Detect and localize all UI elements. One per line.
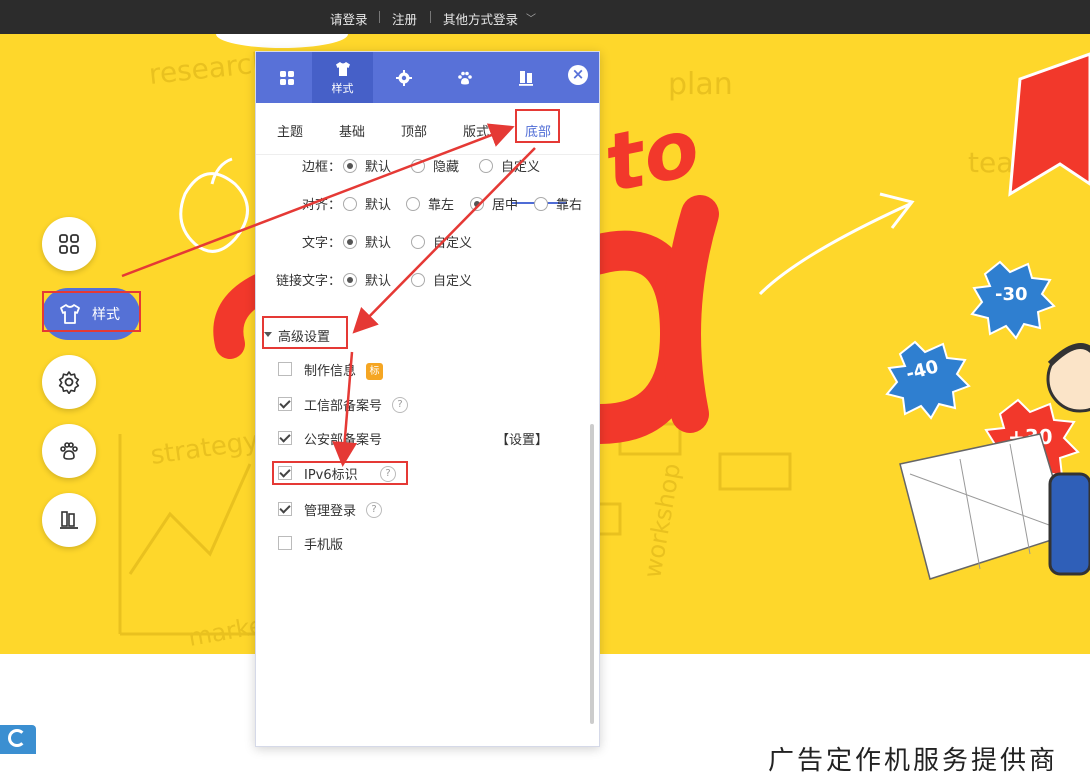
radio-link-custom[interactable] bbox=[411, 273, 425, 287]
radio-label: 隐藏 bbox=[433, 160, 460, 175]
manage-button[interactable] bbox=[42, 493, 96, 547]
gear-icon bbox=[395, 69, 412, 86]
settings-button[interactable] bbox=[42, 355, 96, 409]
checkbox-miit-record[interactable] bbox=[278, 397, 292, 411]
corner-logo[interactable] bbox=[0, 725, 36, 754]
radio-label: 自定义 bbox=[433, 274, 473, 289]
doodle-research: research bbox=[147, 45, 271, 90]
doodle-plan: plan bbox=[668, 67, 733, 102]
caret-down-icon[interactable] bbox=[264, 332, 272, 337]
option-border: 边框： 默认 隐藏 自定义 bbox=[256, 156, 599, 176]
divider bbox=[379, 11, 380, 23]
checkbox-ipv6[interactable] bbox=[278, 466, 292, 480]
radio-text-default[interactable] bbox=[343, 235, 357, 249]
book-icon bbox=[60, 511, 78, 529]
login-link[interactable]: 请登录 bbox=[330, 9, 368, 28]
tab-manage[interactable] bbox=[495, 52, 556, 103]
checkbox-admin-login[interactable] bbox=[278, 502, 292, 516]
style-button[interactable]: 样式 bbox=[42, 288, 140, 340]
panel-header: 样式 × bbox=[256, 52, 599, 103]
option-label: 对齐： bbox=[302, 198, 342, 213]
shirt-icon bbox=[60, 304, 80, 324]
tab-modules[interactable] bbox=[256, 52, 317, 103]
radio-label: 默认 bbox=[365, 236, 392, 251]
radio-align-right[interactable] bbox=[534, 197, 548, 211]
doodle-workshop: workshop bbox=[638, 461, 686, 580]
headline-fragment: to bbox=[597, 100, 708, 210]
section-heading: 广告定作机服务提供商 bbox=[768, 746, 1059, 776]
badge-icon: 标 bbox=[366, 363, 383, 380]
checkbox-label: IPv6标识 bbox=[304, 468, 358, 483]
checkbox-label: 管理登录 bbox=[304, 504, 357, 519]
gear-icon bbox=[58, 371, 80, 394]
option-text: 文字： 默认 自定义 bbox=[256, 232, 599, 252]
radio-border-hidden[interactable] bbox=[411, 159, 425, 173]
subtab-footer[interactable]: 底部 bbox=[525, 121, 551, 140]
radio-label: 居中 bbox=[492, 198, 519, 213]
subtab-theme[interactable]: 主题 bbox=[277, 121, 303, 140]
doodle-strategy: strategy bbox=[149, 426, 261, 471]
option-label: 文字： bbox=[302, 236, 342, 251]
checkbox-label: 制作信息 bbox=[304, 364, 357, 379]
radio-label: 默认 bbox=[365, 198, 392, 213]
tab-style-label: 样式 bbox=[331, 81, 354, 95]
radio-label: 自定义 bbox=[433, 236, 473, 251]
shirt-icon bbox=[335, 61, 350, 76]
checkbox-label: 手机版 bbox=[304, 538, 344, 553]
subtab-basic[interactable]: 基础 bbox=[339, 121, 365, 140]
pet-button[interactable] bbox=[42, 424, 96, 478]
chevron-down-icon[interactable]: ﹀ bbox=[526, 10, 536, 25]
radio-label: 默认 bbox=[365, 274, 392, 289]
register-link[interactable]: 注册 bbox=[392, 9, 417, 28]
checkbox-credits[interactable] bbox=[278, 362, 292, 376]
tab-settings[interactable] bbox=[373, 52, 434, 103]
option-align: 对齐： 默认 靠左 居中 靠右 bbox=[256, 194, 599, 214]
settings-link[interactable]: 【设置】 bbox=[496, 429, 548, 448]
radio-align-center[interactable] bbox=[470, 197, 484, 211]
checkbox-police-record[interactable] bbox=[278, 431, 292, 445]
radio-border-default[interactable] bbox=[343, 159, 357, 173]
advanced-settings-toggle[interactable]: 高级设置 bbox=[278, 326, 330, 345]
checkbox-mobile[interactable] bbox=[278, 536, 292, 550]
sticker-minus-30: -30 bbox=[995, 284, 1028, 305]
style-button-label: 样式 bbox=[92, 307, 120, 323]
option-label: 边框： bbox=[302, 160, 342, 175]
paw-icon bbox=[457, 71, 472, 84]
subtab-header[interactable]: 顶部 bbox=[401, 121, 427, 140]
close-button[interactable]: × bbox=[568, 65, 588, 85]
checkbox-label: 工信部备案号 bbox=[304, 399, 383, 414]
tab-pet[interactable] bbox=[434, 52, 495, 103]
other-login-link[interactable]: 其他方式登录 bbox=[443, 9, 518, 28]
help-icon[interactable]: ? bbox=[392, 397, 408, 413]
radio-label: 自定义 bbox=[501, 160, 541, 175]
option-link-text: 链接文字： 默认 自定义 bbox=[256, 270, 599, 290]
radio-label: 默认 bbox=[365, 160, 392, 175]
radio-align-default[interactable] bbox=[343, 197, 357, 211]
style-panel: 样式 × 主题 基础 顶部 版式 底部 边框： 默认 隐藏 自定义 对齐： 默认 bbox=[255, 51, 600, 747]
radio-label: 靠左 bbox=[428, 198, 455, 213]
radio-align-left[interactable] bbox=[406, 197, 420, 211]
tab-style[interactable]: 样式 bbox=[312, 52, 373, 103]
help-icon[interactable]: ? bbox=[380, 466, 396, 482]
grid-icon bbox=[59, 234, 79, 254]
scrollbar[interactable] bbox=[590, 424, 594, 724]
radio-border-custom[interactable] bbox=[479, 159, 493, 173]
radio-label: 靠右 bbox=[556, 198, 583, 213]
checkbox-label: 公安部备案号 bbox=[304, 433, 383, 448]
book-icon bbox=[518, 70, 533, 86]
divider bbox=[430, 11, 431, 23]
subtab-bar: 主题 基础 顶部 版式 底部 bbox=[256, 103, 599, 204]
subtab-layout[interactable]: 版式 bbox=[463, 121, 489, 140]
top-bar: 请登录 注册 其他方式登录 ﹀ bbox=[0, 0, 1090, 34]
help-icon[interactable]: ? bbox=[366, 502, 382, 518]
paw-icon bbox=[60, 442, 78, 460]
apps-button[interactable] bbox=[42, 217, 96, 271]
logo-icon bbox=[8, 729, 26, 747]
radio-link-default[interactable] bbox=[343, 273, 357, 287]
option-label: 链接文字： bbox=[276, 274, 342, 289]
radio-text-custom[interactable] bbox=[411, 235, 425, 249]
grid-icon bbox=[279, 70, 294, 85]
